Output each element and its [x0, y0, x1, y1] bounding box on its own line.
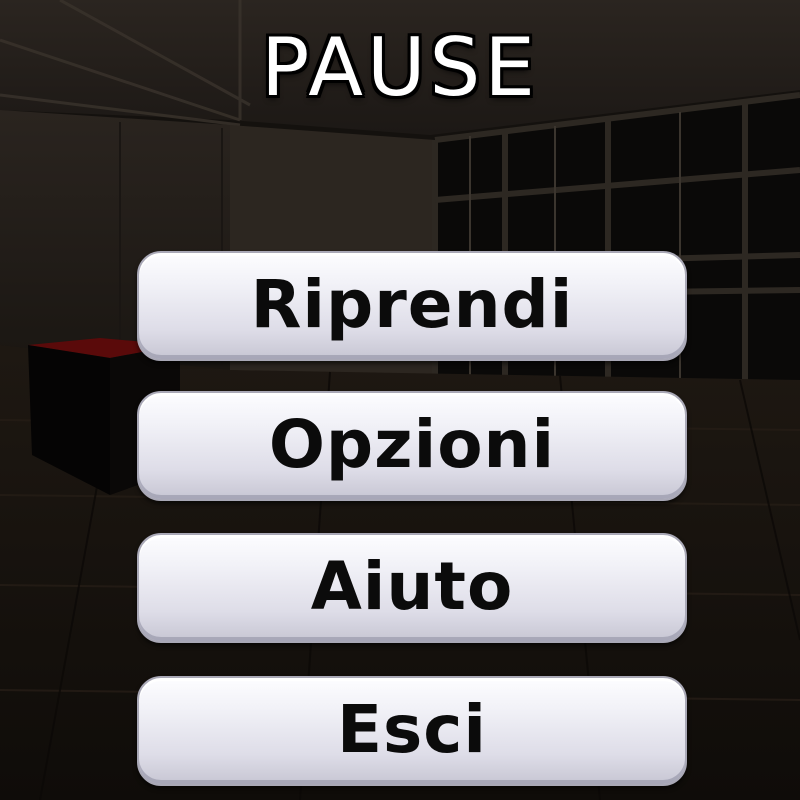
pause-title: PAUSE [261, 21, 539, 114]
options-button-label: Opzioni [268, 406, 556, 483]
options-button[interactable]: Opzioni [137, 391, 687, 501]
help-button[interactable]: Aiuto [137, 533, 687, 643]
quit-button[interactable]: Esci [137, 676, 687, 786]
resume-button[interactable]: Riprendi [137, 251, 687, 361]
game-screen: PAUSE Riprendi Opzioni Aiuto Esci [0, 0, 800, 800]
resume-button-label: Riprendi [250, 266, 574, 343]
quit-button-label: Esci [336, 691, 488, 768]
help-button-label: Aiuto [310, 548, 514, 625]
